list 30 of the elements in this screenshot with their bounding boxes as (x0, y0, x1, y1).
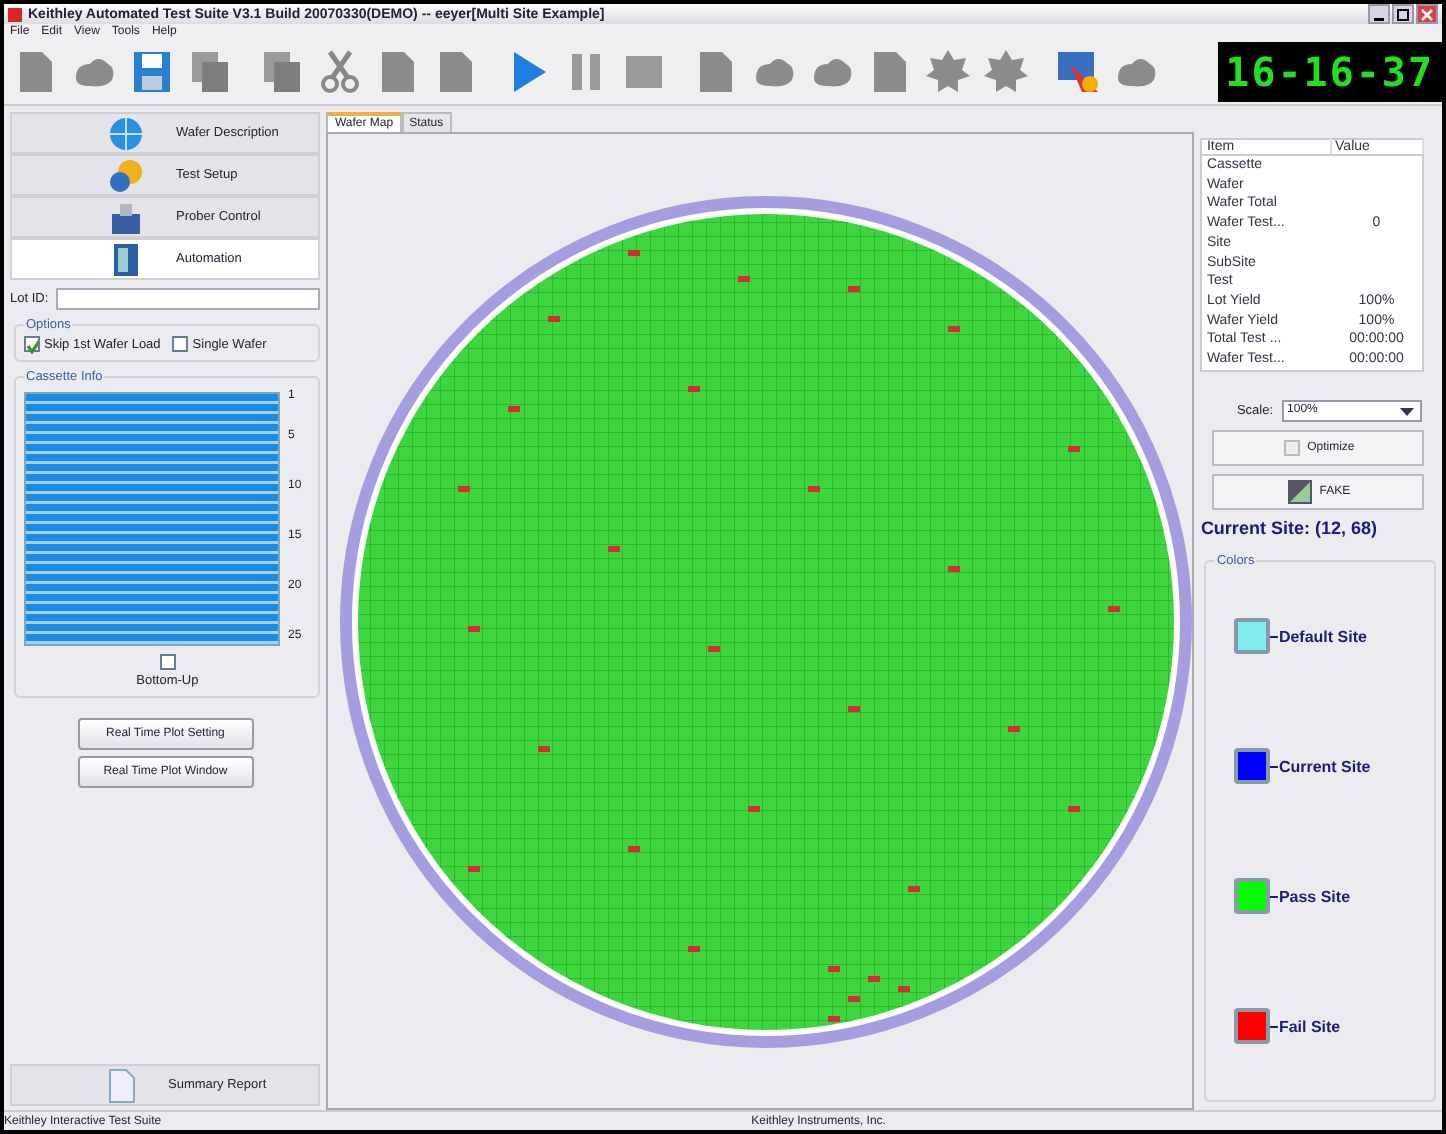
app-icon (8, 7, 22, 21)
lot-id-field[interactable] (56, 288, 321, 310)
gears-icon (108, 157, 144, 193)
close-icon (1420, 7, 1434, 21)
current-site-text: Current Site: (12, 68) (1200, 517, 1379, 538)
legend-label: Current Site (1278, 757, 1371, 776)
legend-label: Fail Site (1278, 1017, 1341, 1036)
globe-icon (108, 115, 144, 151)
digital-clock: 16-16-37 (1217, 42, 1442, 102)
checkbox[interactable] (159, 654, 176, 670)
checkbox[interactable] (172, 336, 189, 352)
copy-icon[interactable] (186, 48, 234, 96)
checkbox[interactable] (24, 336, 40, 352)
legend-label: Pass Site (1278, 887, 1351, 906)
copy-icon[interactable] (258, 48, 306, 96)
scissors-icon[interactable] (316, 48, 364, 96)
cabinet-icon (108, 241, 144, 277)
gear-icon[interactable] (982, 48, 1030, 96)
maximize-button[interactable] (1392, 4, 1414, 24)
close-button[interactable] (1416, 4, 1438, 24)
monitor-icon[interactable] (1054, 48, 1102, 96)
document-icon (108, 1067, 136, 1103)
maximize-icon (1396, 7, 1410, 21)
legend-label: Default Site (1278, 627, 1367, 646)
floppy-icon[interactable] (128, 48, 176, 96)
gear-icon[interactable] (924, 48, 972, 96)
machine-icon (108, 199, 144, 235)
ramp-icon (1287, 479, 1312, 504)
square-icon (1283, 439, 1300, 456)
minimize-button[interactable] (1368, 4, 1390, 24)
